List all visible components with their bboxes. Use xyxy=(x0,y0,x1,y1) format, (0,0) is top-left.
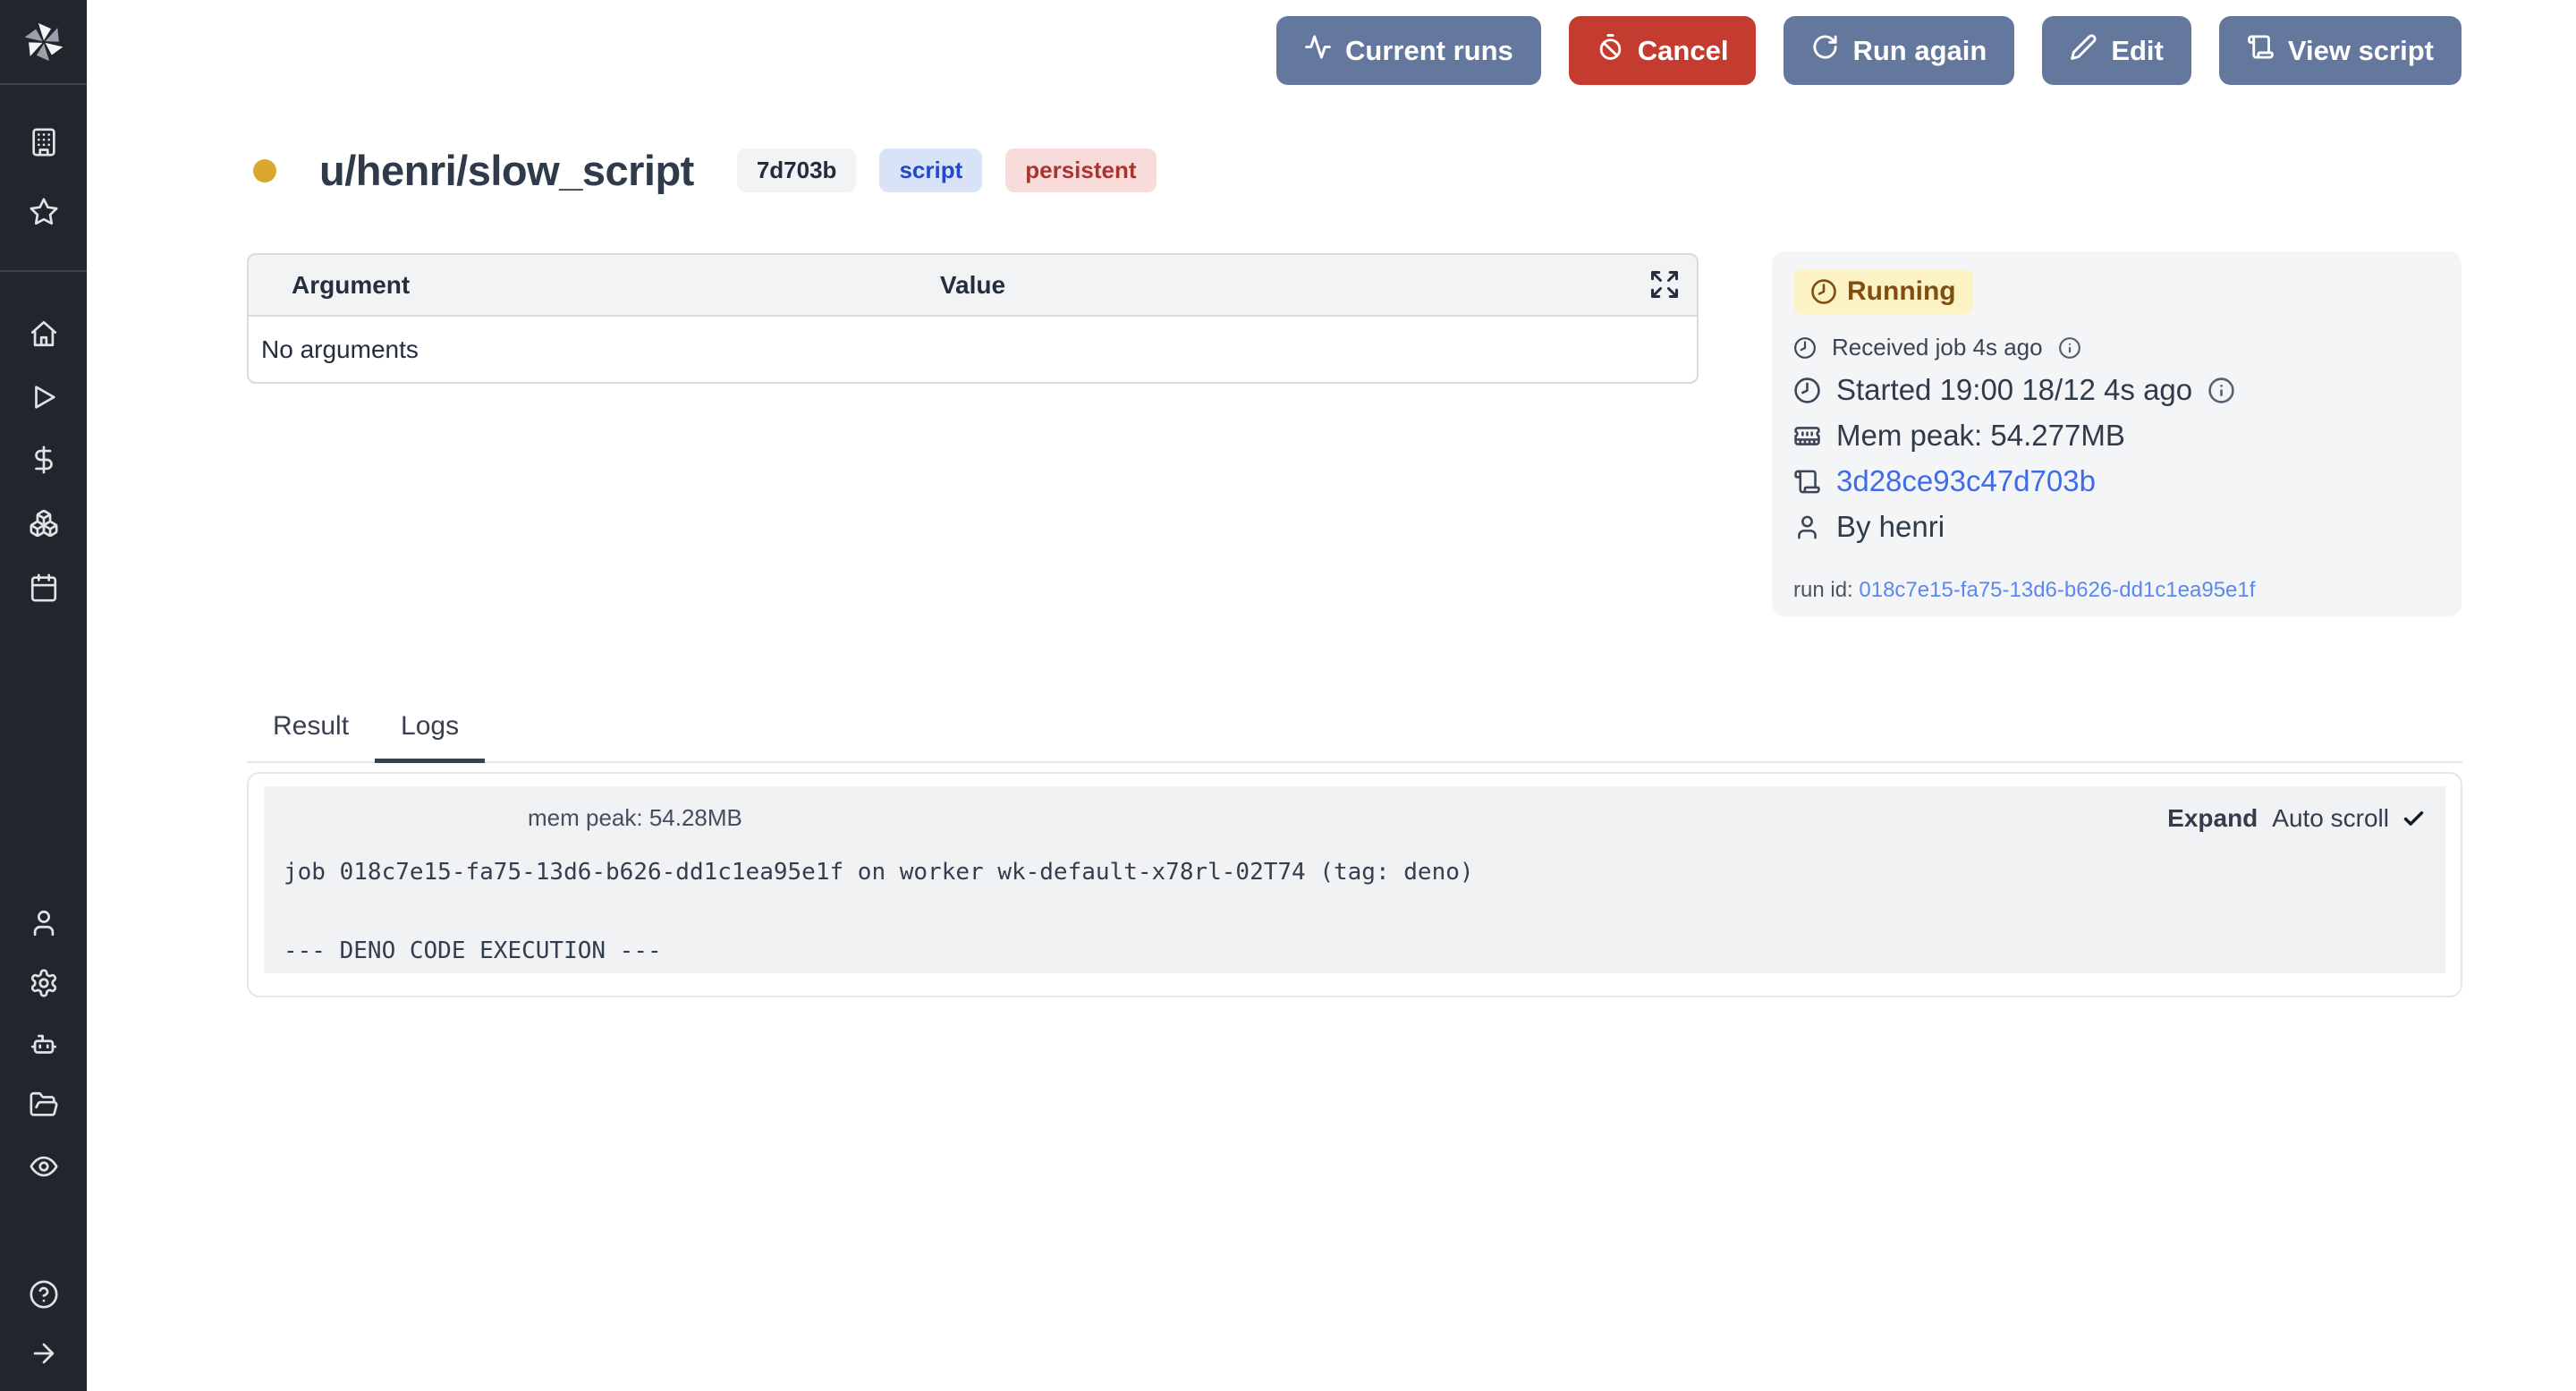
logs-card: mem peak: 54.28MB Expand Auto scroll job… xyxy=(247,772,2462,997)
user-icon xyxy=(1793,513,1821,541)
run-page: Current runs Cancel Run again Edit View … xyxy=(0,0,2576,1391)
script-hash-link[interactable]: 3d28ce93c47d703b xyxy=(1836,464,2096,498)
log-line xyxy=(284,892,2445,931)
started-row: Started 19:00 18/12 4s ago xyxy=(1793,373,2440,407)
running-status-label: Running xyxy=(1847,276,1956,307)
info-icon[interactable] xyxy=(2058,336,2081,360)
sidebar xyxy=(0,0,87,1391)
help-circle-icon[interactable] xyxy=(0,1279,87,1310)
cancel-label: Cancel xyxy=(1638,35,1729,67)
calendar-icon[interactable] xyxy=(0,573,87,603)
sidebar-divider xyxy=(0,83,87,85)
star-icon[interactable] xyxy=(0,197,87,227)
kind-badge: script xyxy=(879,148,982,192)
toolbar: Current runs Cancel Run again Edit View … xyxy=(1276,16,2462,85)
sidebar-divider xyxy=(0,270,87,272)
auto-scroll-label: Auto scroll xyxy=(2272,804,2389,833)
memory-stick-icon xyxy=(1793,422,1821,450)
auto-scroll-toggle[interactable]: Auto scroll xyxy=(2272,804,2426,833)
tab-result[interactable]: Result xyxy=(247,699,375,763)
title-row: u/henri/slow_script 7d703b script persis… xyxy=(253,146,1157,195)
log-line: --- DENO CODE EXECUTION --- xyxy=(284,931,2445,971)
log-output: job 018c7e15-fa75-13d6-b626-dd1c1ea95e1f… xyxy=(264,852,2445,971)
clock-icon xyxy=(1793,336,1817,360)
rerun-icon xyxy=(1811,33,1839,68)
author-text: By henri xyxy=(1836,510,1945,544)
received-row: Received job 4s ago xyxy=(1793,334,2440,361)
log-line: job 018c7e15-fa75-13d6-b626-dd1c1ea95e1f… xyxy=(284,852,2445,892)
current-runs-label: Current runs xyxy=(1345,35,1513,67)
view-script-label: View script xyxy=(2288,35,2434,67)
log-mem-peak: mem peak: 54.28MB xyxy=(528,804,742,832)
received-text: Received job 4s ago xyxy=(1832,334,2043,361)
cancel-button[interactable]: Cancel xyxy=(1569,16,1757,85)
author-row: By henri xyxy=(1793,510,2440,544)
scroll-icon xyxy=(1793,468,1821,496)
view-script-button[interactable]: View script xyxy=(2219,16,2462,85)
no-arguments-row: No arguments xyxy=(249,317,1697,382)
play-icon[interactable] xyxy=(0,382,87,412)
home-icon[interactable] xyxy=(0,318,87,349)
value-column-header: Value xyxy=(249,271,1697,300)
arguments-table-header: Argument Value xyxy=(249,255,1697,317)
edit-label: Edit xyxy=(2111,35,2164,67)
building-icon[interactable] xyxy=(0,127,87,157)
cancel-icon xyxy=(1597,33,1624,68)
current-runs-button[interactable]: Current runs xyxy=(1276,16,1541,85)
dollar-icon[interactable] xyxy=(0,445,87,475)
check-icon xyxy=(2402,807,2426,831)
script-hash-row: 3d28ce93c47d703b xyxy=(1793,464,2440,498)
arrow-right-icon[interactable] xyxy=(0,1338,87,1369)
activity-icon xyxy=(1304,33,1332,68)
clock-icon xyxy=(1793,377,1821,404)
arguments-table: Argument Value No arguments xyxy=(247,253,1699,384)
folder-open-icon[interactable] xyxy=(0,1090,87,1120)
mem-peak-text: Mem peak: 54.277MB xyxy=(1836,419,2125,453)
hash-badge: 7d703b xyxy=(737,148,857,192)
gear-icon[interactable] xyxy=(0,968,87,998)
log-controls: Expand Auto scroll xyxy=(2167,804,2426,833)
expand-logs-button[interactable]: Expand xyxy=(2167,804,2258,833)
run-again-label: Run again xyxy=(1852,35,1987,67)
run-id-label: run id: xyxy=(1793,578,1853,602)
run-again-button[interactable]: Run again xyxy=(1784,16,2014,85)
status-dot xyxy=(253,159,276,182)
page-title: u/henri/slow_script xyxy=(319,146,694,195)
mem-peak-row: Mem peak: 54.277MB xyxy=(1793,419,2440,453)
boxes-icon[interactable] xyxy=(0,508,87,539)
started-text: Started 19:00 18/12 4s ago xyxy=(1836,373,2192,407)
clock-icon xyxy=(1810,278,1837,305)
robot-icon[interactable] xyxy=(0,1030,87,1060)
status-panel: Running Received job 4s ago Started 19:0… xyxy=(1772,251,2462,616)
scroll-icon xyxy=(2247,33,2275,68)
running-status-badge: Running xyxy=(1793,269,1973,314)
tag-badge: persistent xyxy=(1005,148,1156,192)
user-icon[interactable] xyxy=(0,908,87,938)
logs-viewer: mem peak: 54.28MB Expand Auto scroll job… xyxy=(264,786,2445,973)
run-id-link[interactable]: 018c7e15-fa75-13d6-b626-dd1c1ea95e1f xyxy=(1859,578,2255,602)
info-icon[interactable] xyxy=(2207,377,2235,404)
expand-icon[interactable] xyxy=(1647,267,1682,303)
pencil-icon xyxy=(2070,33,2097,68)
badges: 7d703b script persistent xyxy=(737,148,1157,192)
windmill-logo[interactable] xyxy=(0,18,87,66)
run-id-row: run id: 018c7e15-fa75-13d6-b626-dd1c1ea9… xyxy=(1793,578,2440,603)
result-logs-tabs: Result Logs xyxy=(247,699,2462,763)
tab-logs[interactable]: Logs xyxy=(375,699,485,763)
edit-button[interactable]: Edit xyxy=(2042,16,2191,85)
eye-icon[interactable] xyxy=(0,1151,87,1182)
